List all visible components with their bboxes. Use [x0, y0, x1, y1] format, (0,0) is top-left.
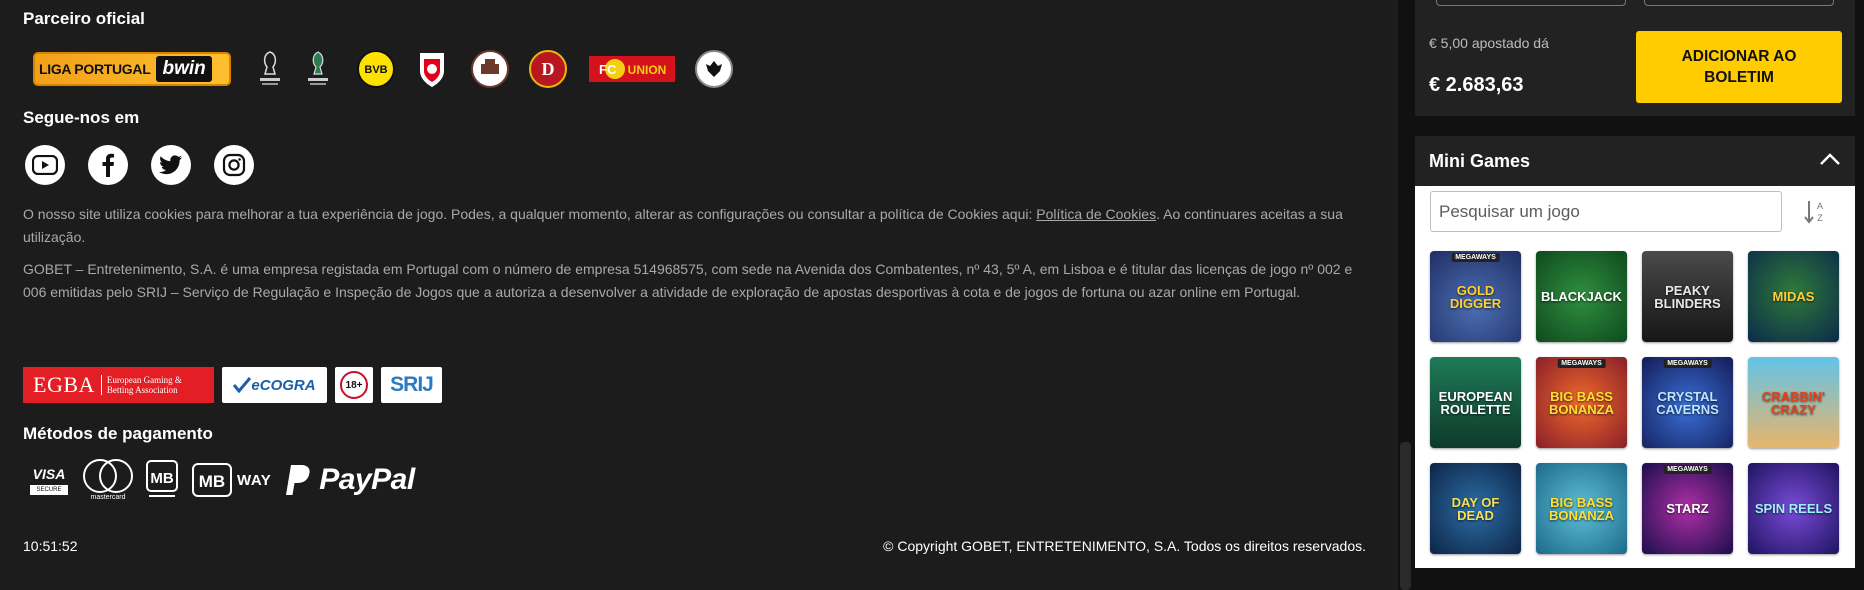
game-title: DAY OF DEAD [1451, 494, 1500, 523]
game-badge: MEGAWAYS [1557, 359, 1606, 368]
age-text: 18+ [340, 371, 368, 399]
game-title: STARZ [1666, 501, 1709, 516]
game-tile[interactable]: MEGAWAYS STARZ [1642, 463, 1733, 554]
mini-games-title: Mini Games [1429, 150, 1531, 171]
game-search-input[interactable] [1430, 191, 1782, 232]
betslip-stake-field[interactable] [1436, 0, 1626, 6]
facebook-icon[interactable] [88, 145, 128, 185]
clock: 10:51:52 [23, 538, 78, 554]
betslip-stake-text: € 5,00 apostado dá [1429, 35, 1549, 51]
game-title: BIG BASS BONANZA [1549, 494, 1614, 523]
bvb-club-icon[interactable]: BVB [357, 50, 395, 88]
payment-methods: VISA SECURE mastercard MB MB WAY PayPal [27, 459, 415, 501]
paypal-text: PayPal [319, 463, 415, 496]
svg-text:Z: Z [1817, 213, 1823, 223]
game-title: MIDAS [1772, 289, 1815, 304]
visa-secure-logo: VISA SECURE [27, 460, 71, 500]
game-tile[interactable]: SPIN REELS [1748, 463, 1839, 554]
game-title: BIG BASS BONANZA [1549, 388, 1614, 417]
cookie-notice: O nosso site utiliza cookies para melhor… [23, 203, 1353, 248]
regulator-logos: EGBA European Gaming & Betting Associatio… [23, 367, 442, 403]
game-tile[interactable]: EUROPEAN ROULETTE [1430, 357, 1521, 448]
game-title: SPIN REELS [1754, 501, 1833, 516]
betslip-odds-field[interactable] [1644, 0, 1834, 6]
cookie-policy-link[interactable]: Política de Cookies [1036, 206, 1156, 222]
mbway-logo: MB WAY [191, 462, 271, 498]
dfb-club-icon[interactable] [695, 50, 733, 88]
visa-secure-text: SECURE [30, 484, 68, 495]
game-tile[interactable]: DAY OF DEAD [1430, 463, 1521, 554]
age-restriction-badge[interactable]: 18+ [335, 367, 373, 403]
bwin-text: bwin [156, 56, 212, 82]
multibanco-logo: MB [145, 459, 179, 501]
union-berlin-club-icon[interactable]: UNION FC [587, 52, 677, 86]
game-tile[interactable]: MEGAWAYS GOLD DIGGER [1430, 251, 1521, 342]
game-tile[interactable]: CRABBIN' CRAZY [1748, 357, 1839, 448]
mini-games-grid: MEGAWAYS GOLD DIGGER BLACKJACK PEAKY BLI… [1430, 251, 1839, 554]
mbway-text: WAY [237, 471, 272, 489]
checkmark-icon [233, 377, 252, 393]
egba-subtitle: European Gaming & Betting Association [100, 375, 182, 395]
ecogra-logo[interactable]: eCOGRA [222, 367, 327, 403]
game-title: CRABBIN' CRAZY [1761, 388, 1826, 417]
partner-logos: LIGA PORTUGAL bwin BVB D UNION FC [33, 46, 733, 92]
svg-text:MB: MB [199, 472, 225, 491]
game-tile[interactable]: MEGAWAYS BIG BASS BONANZA [1536, 357, 1627, 448]
koln-club-icon[interactable] [415, 49, 449, 89]
europa-league-icon[interactable] [255, 50, 285, 88]
svg-text:MB: MB [150, 470, 173, 487]
game-tile[interactable]: BLACKJACK [1536, 251, 1627, 342]
mini-games-search-row: AZ [1415, 186, 1855, 242]
game-tile[interactable]: MIDAS [1748, 251, 1839, 342]
game-badge: MEGAWAYS [1663, 465, 1712, 474]
mastercard-logo: mastercard [83, 459, 133, 501]
chevron-up-icon[interactable] [1819, 152, 1841, 171]
game-title: BLACKJACK [1541, 289, 1622, 304]
liga-portugal-logo[interactable]: LIGA PORTUGAL bwin [33, 52, 231, 86]
social-title: Segue-nos em [23, 108, 140, 127]
svg-text:BVB: BVB [364, 64, 387, 76]
game-tile[interactable]: BIG BASS BONANZA [1536, 463, 1627, 554]
svg-text:A: A [1817, 201, 1823, 211]
page-scrollbar-thumb[interactable] [1400, 442, 1411, 590]
svg-text:UNION: UNION [628, 63, 667, 77]
legal-notice: GOBET – Entretenimento, S.A. é uma empre… [23, 261, 1353, 300]
instagram-icon[interactable] [214, 145, 254, 185]
payments-title: Métodos de pagamento [23, 424, 213, 443]
betslip-return-value: € 2.683,63 [1429, 74, 1524, 96]
srij-logo[interactable]: SRIJ [381, 367, 442, 403]
game-title: CRYSTAL CAVERNS [1656, 388, 1719, 417]
sort-alpha-icon[interactable]: AZ [1801, 198, 1829, 226]
youtube-icon[interactable] [25, 145, 65, 185]
mastercard-text: mastercard [90, 494, 126, 501]
conference-league-icon[interactable] [303, 50, 333, 88]
game-title: EUROPEAN ROULETTE [1438, 388, 1513, 417]
st-pauli-club-icon[interactable] [471, 50, 509, 88]
game-tile[interactable]: PEAKY BLINDERS [1642, 251, 1733, 342]
add-to-betslip-button[interactable]: ADICIONAR AO BOLETIM [1636, 31, 1842, 103]
twitter-icon[interactable] [151, 145, 191, 185]
game-title: GOLD DIGGER [1449, 282, 1502, 311]
liga-text: LIGA PORTUGAL [39, 61, 151, 77]
game-badge: MEGAWAYS [1451, 253, 1500, 262]
cookie-text: O nosso site utiliza cookies para melhor… [23, 206, 1037, 222]
game-badge: MEGAWAYS [1663, 359, 1712, 368]
betslip-panel: € 5,00 apostado dá € 2.683,63 ADICIONAR … [1415, 0, 1855, 116]
site-footer: Parceiro oficial LIGA PORTUGAL bwin BVB … [0, 0, 1398, 590]
dynamo-dresden-club-icon[interactable]: D [529, 50, 567, 88]
game-tile[interactable]: MEGAWAYS CRYSTAL CAVERNS [1642, 357, 1733, 448]
ecogra-text: eCOGRA [251, 376, 316, 394]
visa-text: VISA [32, 465, 66, 482]
paypal-icon [286, 465, 310, 496]
mini-games-header[interactable]: Mini Games [1415, 136, 1855, 186]
game-title: PEAKY BLINDERS [1654, 282, 1721, 311]
egba-logo[interactable]: EGBA European Gaming & Betting Associatio… [23, 367, 214, 403]
social-links [25, 145, 254, 185]
egba-text: EGBA [33, 372, 95, 397]
paypal-logo: PayPal [283, 463, 415, 497]
svg-text:FC: FC [599, 62, 617, 77]
svg-text:D: D [542, 59, 555, 79]
copyright: © Copyright GOBET, ENTRETENIMENTO, S.A. … [883, 538, 1366, 554]
partner-title: Parceiro oficial [23, 9, 145, 28]
